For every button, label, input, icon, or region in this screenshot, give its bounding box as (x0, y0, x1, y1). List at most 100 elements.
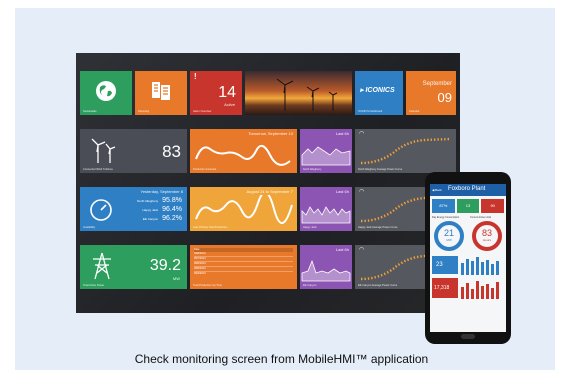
calendar-day: 09 (437, 90, 452, 105)
gauge-value: 83 (481, 228, 492, 238)
total-panel: 17,318 (432, 278, 458, 298)
site-value: 96.2% (162, 215, 182, 222)
mini-panel: 23 (432, 256, 458, 274)
tile-label: Total Production Up Time (193, 284, 222, 287)
site-name: North Allegheny (136, 199, 159, 203)
area-chart (301, 206, 351, 224)
tile-calendar[interactable]: September 09 Calendar (406, 71, 456, 115)
app-title: Foxboro Plant (448, 186, 486, 192)
tile-north-allegheny[interactable]: Last 6h North Allegheny (300, 129, 352, 173)
home-button[interactable] (461, 334, 475, 339)
tile-alarms[interactable]: ! 14 Active Alarm Overview (190, 71, 242, 115)
table-cell: 09/6/2014 (194, 262, 206, 265)
table-cell: 09/7/2014 (194, 257, 206, 260)
wind-turbine-photo-icon (276, 78, 338, 111)
grid-power-value: 39.2 (149, 257, 181, 274)
tile-energy[interactable]: Sustainable (80, 71, 132, 115)
tile-north-curve[interactable]: ◠ North Allegheny Average Power Curve (355, 129, 456, 173)
tile-label: North Allegheny Average Power Curve (358, 168, 403, 171)
table-cell: 09/8/2014 (194, 252, 206, 255)
alarm-count: 14 (218, 84, 236, 101)
tile-label: Availability (83, 226, 96, 229)
wind-turbine-icon (91, 138, 116, 163)
site-name: Happy Jack (142, 208, 159, 212)
area-chart (301, 259, 351, 282)
tile-label: Sustainable (83, 110, 97, 113)
power-tower-icon (93, 252, 111, 280)
site-name: Elk Canyon (142, 217, 159, 221)
tile-label: Last 15 Days Total Production (193, 226, 228, 229)
tile-production-forecast[interactable]: Tomorrow, September 10 Production Foreca… (190, 129, 297, 173)
forecast-line-chart (195, 144, 291, 166)
app-tile-value: 87% (439, 203, 448, 208)
smartphone: ◀ Back Foxboro Plant 87% 13 90 Day Energ… (425, 172, 511, 344)
figure-caption: Check monitoring screen from MobileHMI™ … (134, 352, 429, 366)
site-value: 95.8% (162, 197, 182, 204)
tile-label: Elk Canyon (303, 284, 317, 287)
availability-list: North Allegheny 95.8% Happy Jack 96.4% E… (112, 197, 182, 224)
total-value: 17,318 (434, 285, 450, 291)
bar-chart (461, 257, 499, 275)
app-tile[interactable]: 87% (432, 199, 455, 213)
tile-label: Elk Canyon Average Power Curve (358, 284, 398, 287)
power-curve-chart (360, 137, 452, 165)
gauge-left: 21 MW (434, 221, 464, 251)
speedometer-icon (90, 199, 112, 221)
tile-availability[interactable]: Yesterday, September 8 North Allegheny 9… (80, 187, 187, 231)
table-row: 09/4/2014 (194, 272, 293, 277)
tile-turbines[interactable]: 83 Connected Wind Turbines (80, 129, 187, 173)
app-tile-value: 13 (465, 203, 471, 208)
globe-icon (96, 81, 116, 101)
tile-sunset-photo (245, 71, 352, 115)
gauge-right-label: Current Active Units (470, 216, 492, 219)
bar-chart (461, 281, 499, 299)
tile-header: Yesterday, September 8 (140, 189, 183, 194)
alarm-mark: ! (194, 72, 197, 81)
gauge-left-label: Day Energy Consumption (432, 216, 460, 219)
mobile-app-screen: ◀ Back Foxboro Plant 87% 13 90 Day Energ… (430, 184, 506, 332)
tile-grid-power[interactable]: 39.2 MW Total Active Power (80, 245, 187, 289)
tile-label: Calendar (409, 110, 420, 113)
app-tile-value: 90 (490, 203, 495, 208)
table-cell: 09/4/2014 (194, 272, 206, 275)
tile-header: Tomorrow, September 10 (248, 131, 293, 136)
list-item: Elk Canyon 96.2% (112, 215, 182, 224)
table-header: Date (194, 248, 293, 252)
tile-label: Total Active Power (83, 284, 105, 287)
app-tile[interactable]: 90 (481, 199, 505, 213)
tile-label: Happy Jack Average Power Curve (358, 226, 398, 229)
tile-label: Reporting (138, 110, 150, 113)
production-line-chart (195, 195, 293, 224)
tile-last-days[interactable]: August 24 to September 7 Last 15 Days To… (190, 187, 297, 231)
tile-uptime-table[interactable]: Date 09/8/2014 09/7/2014 09/6/2014 09/5/… (190, 245, 297, 289)
gauge-value: 21 (443, 228, 454, 238)
tile-label: Happy Jack (303, 226, 317, 229)
alarm-unit: Active (224, 102, 235, 107)
list-item: North Allegheny 95.8% (112, 197, 182, 206)
list-item: Happy Jack 96.4% (112, 206, 182, 215)
tile-happy-jack[interactable]: Last 6h Happy Jack (300, 187, 352, 231)
column-header: Date (194, 248, 200, 251)
dashboard-screen: Sustainable Reporting ! 14 Active Alarm … (76, 53, 460, 313)
area-chart (301, 146, 351, 166)
app-tile[interactable]: 13 (456, 199, 480, 213)
tile-header: Last 6h (335, 189, 349, 194)
tile-header: August 24 to September 7 (246, 189, 293, 194)
tile-label: ICONICS Dashboard (358, 110, 383, 113)
tile-elk-canyon[interactable]: Last 6h Elk Canyon (300, 245, 352, 289)
site-value: 96.4% (162, 206, 182, 213)
uptime-table: Date 09/8/2014 09/7/2014 09/6/2014 09/5/… (194, 248, 293, 277)
tile-logo[interactable]: ▸ ICONICS ICONICS Dashboard (355, 71, 403, 115)
tile-reporting[interactable]: Reporting (135, 71, 187, 115)
grid-power-unit: MW (172, 276, 180, 281)
calendar-month: September (422, 81, 452, 87)
gauge-unit: MW (446, 238, 452, 242)
report-icon (152, 82, 170, 100)
tile-label: Alarm Overview (193, 110, 212, 113)
app-tile-row: 87% 13 90 (432, 199, 505, 213)
tile-label: North Allegheny (303, 168, 322, 171)
tile-label: Connected Wind Turbines (83, 168, 113, 171)
back-button[interactable]: ◀ Back (432, 188, 442, 192)
tile-header: Last 6h (335, 131, 349, 136)
app-header: ◀ Back Foxboro Plant (430, 184, 506, 196)
